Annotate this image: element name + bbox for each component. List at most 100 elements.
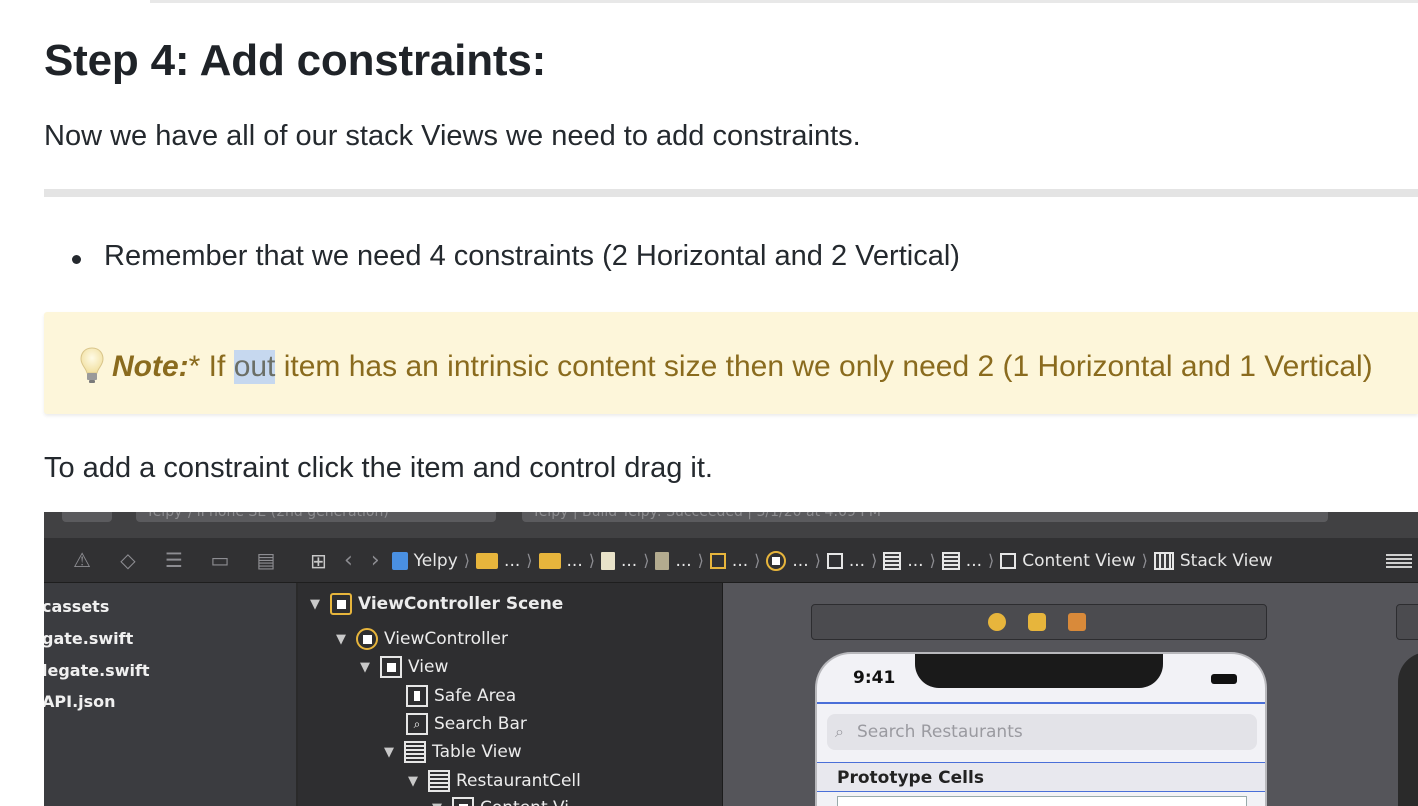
editor-options-icon[interactable] <box>1386 552 1412 570</box>
disclosure-triangle-icon[interactable]: ▼ <box>360 660 374 675</box>
cell-icon <box>428 770 450 792</box>
note-label: Note: <box>112 350 189 383</box>
outline-row-table-view[interactable]: ▼ Table View <box>384 741 522 763</box>
scene-icon <box>330 593 352 615</box>
warning-icon[interactable]: ⚠ <box>70 548 94 572</box>
jumpbar-project[interactable]: Yelpy <box>414 551 458 571</box>
iphone-frame: 9:41 ⌕ Search Restaurants Prototype Cell… <box>815 652 1267 806</box>
view-icon <box>380 656 402 678</box>
tag-icon[interactable]: ▭ <box>208 548 232 572</box>
navigator-file[interactable]: API.json <box>44 692 116 711</box>
list-item: Remember that we need 4 constraints (2 H… <box>44 240 960 273</box>
jumpbar-item[interactable]: ... <box>621 551 637 571</box>
outline-label: Content Vi <box>480 798 569 806</box>
note-pre: If <box>200 350 234 383</box>
safe-area-icon <box>406 685 428 707</box>
chevron-right-icon: ⟩ <box>988 551 995 570</box>
jumpbar-item[interactable]: ... <box>675 551 691 571</box>
note-post: item has an intrinsic content size then … <box>275 350 1373 383</box>
disclosure-triangle-icon[interactable]: ▼ <box>408 774 422 789</box>
navigator-file[interactable]: cassets <box>44 597 109 616</box>
search-placeholder: Search Restaurants <box>857 722 1023 742</box>
outline-label: Search Bar <box>434 714 527 734</box>
jumpbar-item[interactable]: ... <box>732 551 748 571</box>
disclosure-triangle-icon[interactable]: ▼ <box>310 597 324 612</box>
jumpbar-item[interactable]: ... <box>567 551 583 571</box>
outline-row-safe-area[interactable]: Safe Area <box>406 685 516 707</box>
jumpbar-item[interactable]: ... <box>907 551 923 571</box>
outline-label: View <box>408 657 449 677</box>
file-icon <box>600 551 615 570</box>
disclosure-triangle-icon[interactable]: ▼ <box>432 801 446 806</box>
jump-bar: ⊞ ‹ › Yelpy ⟩ ... ⟩ ... ⟩ ... ⟩ ... ⟩ ..… <box>310 548 1273 573</box>
chevron-right-icon: ⟩ <box>814 551 821 570</box>
stack-view-icon <box>1153 551 1174 570</box>
debug-navigator-icon[interactable]: ☰ <box>162 548 186 572</box>
outline-label: Safe Area <box>434 686 517 706</box>
cell-icon <box>941 551 960 570</box>
prototype-cell[interactable] <box>837 796 1247 806</box>
outline-row-view[interactable]: ▼ View <box>360 656 448 678</box>
chevron-right-icon: ⟩ <box>463 551 471 570</box>
scene-dock <box>811 604 1267 640</box>
section-divider <box>44 189 1418 197</box>
chevron-right-icon: ⟩ <box>643 551 650 570</box>
exit-icon[interactable] <box>1068 613 1086 631</box>
jumpbar-item[interactable]: ... <box>792 551 808 571</box>
status-tab: Yelpy | Build Yelpy: Succeeded | 3/1/20 … <box>522 512 1328 522</box>
outline-row-cell[interactable]: ▼ RestaurantCell <box>408 770 581 792</box>
selected-text[interactable]: out <box>233 350 276 384</box>
jumpbar-item[interactable]: ... <box>966 551 982 571</box>
project-navigator: cassets gate.swift legate.swift API.json <box>44 583 298 806</box>
chevron-right-icon: ⟩ <box>929 551 936 570</box>
content-view-icon <box>452 797 474 806</box>
first-responder-icon[interactable] <box>1028 613 1046 631</box>
forward-arrow-icon[interactable]: › <box>371 548 380 573</box>
chevron-right-icon: ⟩ <box>871 551 878 570</box>
jumpbar-item[interactable]: ... <box>849 551 865 571</box>
top-divider <box>150 0 1418 3</box>
chevron-right-icon: ⟩ <box>697 551 704 570</box>
bullet-text: Remember that we need 4 constraints (2 H… <box>104 240 960 272</box>
navigator-file[interactable]: legate.swift <box>44 661 150 680</box>
disclosure-triangle-icon[interactable]: ▼ <box>336 632 350 647</box>
interface-builder-canvas: 9:41 ⌕ Search Restaurants Prototype Cell… <box>723 583 1418 806</box>
outline-label: RestaurantCell <box>456 771 581 791</box>
outline-row-search-bar[interactable]: ⌕ Search Bar <box>406 713 527 735</box>
xcode-screenshot: Yelpy ⟩ iPhone SE (2nd generation) Yelpy… <box>44 512 1418 806</box>
outline-label: ViewController Scene <box>358 594 564 614</box>
related-items-icon[interactable]: ⊞ <box>310 550 332 572</box>
table-view-icon <box>883 551 902 570</box>
table-view-icon <box>404 741 426 763</box>
scheme-tab: Yelpy ⟩ iPhone SE (2nd generation) <box>136 512 496 522</box>
scene-icon <box>709 552 726 569</box>
disclosure-triangle-icon[interactable]: ▼ <box>384 745 398 760</box>
breakpoint-diamond-icon[interactable]: ◇ <box>116 548 140 572</box>
report-icon[interactable]: ▤ <box>254 548 278 572</box>
jumpbar-item[interactable]: ... <box>504 551 520 571</box>
prototype-cells-header: Prototype Cells <box>817 762 1265 792</box>
secondary-device-frame <box>1398 652 1418 806</box>
navigator-tabs: ⚠ ◇ ☰ ▭ ▤ <box>70 548 278 572</box>
outline-row-content-view[interactable]: ▼ Content Vi <box>432 797 569 806</box>
view-controller-dock-icon[interactable] <box>988 613 1006 631</box>
view-controller-icon <box>766 550 787 571</box>
view-controller-icon <box>356 628 378 650</box>
project-icon <box>391 551 408 570</box>
back-arrow-icon[interactable]: ‹ <box>344 548 353 573</box>
outline-label: ViewController <box>384 629 508 649</box>
editor-toolbar: ⚠ ◇ ☰ ▭ ▤ ⊞ ‹ › Yelpy ⟩ ... ⟩ ... ⟩ ... … <box>44 538 1418 583</box>
battery-icon <box>1211 674 1237 684</box>
outline-row-controller[interactable]: ▼ ViewController <box>336 628 508 650</box>
chevron-right-icon: ⟩ <box>526 551 533 570</box>
navigator-file[interactable]: gate.swift <box>44 629 133 648</box>
jumpbar-stack-view[interactable]: Stack View <box>1180 551 1273 571</box>
titlebar-button <box>62 512 112 522</box>
chevron-right-icon: ⟩ <box>588 551 595 570</box>
bullet-list: Remember that we need 4 constraints (2 H… <box>44 240 960 273</box>
folder-icon <box>538 552 561 569</box>
outline-row-scene[interactable]: ▼ ViewController Scene <box>310 593 563 615</box>
search-restaurants-field[interactable]: ⌕ Search Restaurants <box>827 714 1257 750</box>
jumpbar-content-view[interactable]: Content View <box>1022 551 1135 571</box>
view-icon <box>826 552 843 569</box>
